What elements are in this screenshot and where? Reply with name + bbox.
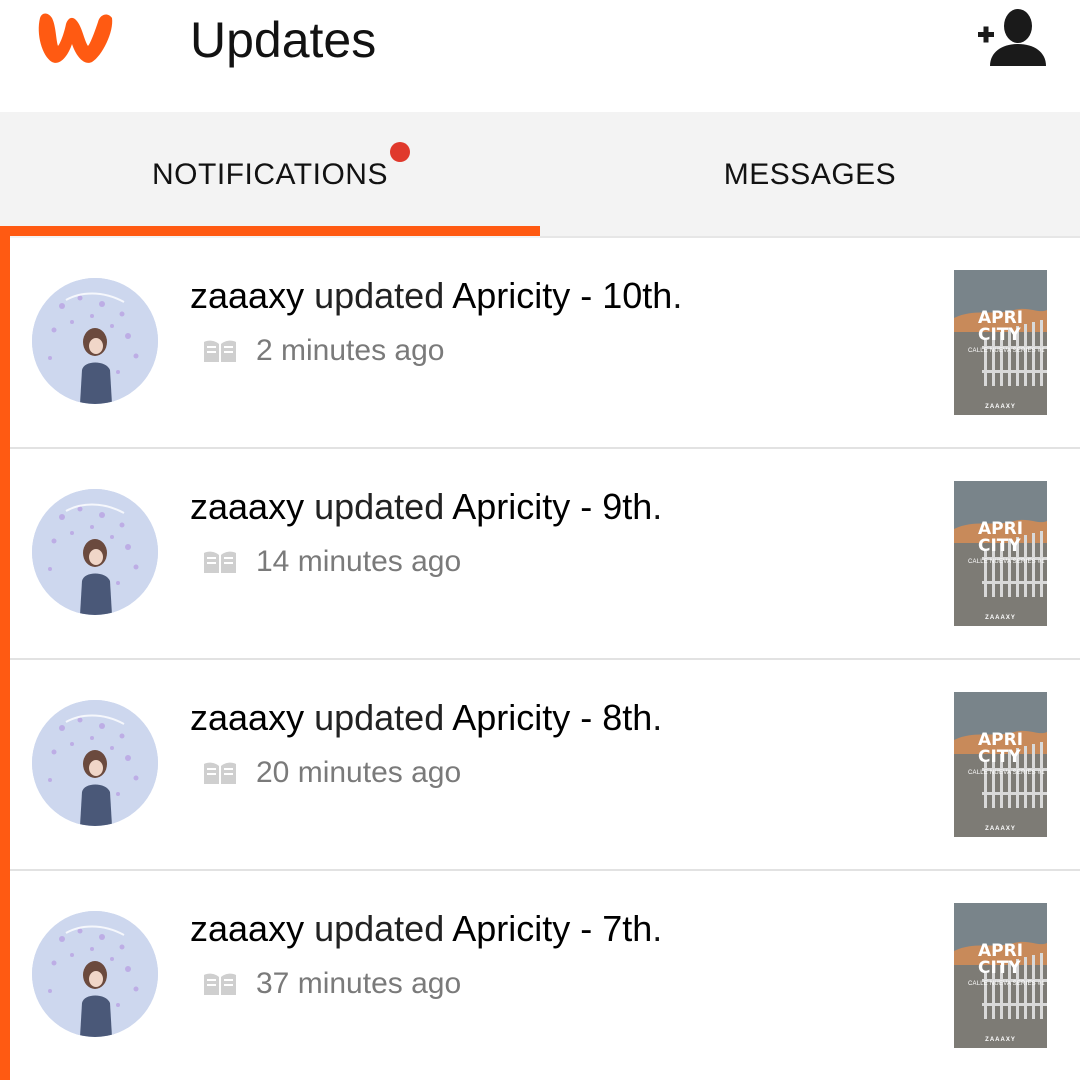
tab-notifications-label: NOTIFICATIONS xyxy=(152,142,410,192)
story-cover[interactable]: APRI CITY CALLE NUEVA SERIES #1 ZAAAXY xyxy=(954,270,1047,415)
book-icon xyxy=(204,551,236,573)
tab-bar: NOTIFICATIONS MESSAGES xyxy=(0,112,1080,238)
timestamp: 37 minutes ago xyxy=(256,967,462,1000)
notification-text: zaaaxy updated Apricity - 7th. xyxy=(190,907,662,951)
story-cover[interactable]: APRI CITY CALLE NUEVA SERIES #1 ZAAAXY xyxy=(954,692,1047,837)
cover-subtitle: CALLE NUEVA SERIES #1 xyxy=(968,559,1045,565)
notification-verb: updated xyxy=(304,275,453,316)
notification-list: zaaaxy updated Apricity - 10th. 2 minute… xyxy=(10,238,1080,1082)
cover-title-line2: CITY xyxy=(978,325,1021,345)
notification-row[interactable]: zaaaxy updated Apricity - 10th. 2 minute… xyxy=(10,238,1080,449)
wattpad-logo-icon[interactable] xyxy=(28,4,120,72)
username[interactable]: zaaaxy xyxy=(190,486,304,527)
notification-suffix: . xyxy=(652,697,663,738)
cover-subtitle: CALLE NUEVA SERIES #1 xyxy=(968,348,1045,354)
notification-row[interactable]: zaaaxy updated Apricity - 9th. 14 minute… xyxy=(10,449,1080,660)
timestamp: 20 minutes ago xyxy=(256,756,462,789)
cover-title-line2: CITY xyxy=(978,747,1021,767)
cover-subtitle: CALLE NUEVA SERIES #1 xyxy=(968,770,1045,776)
story-title[interactable]: Apricity - 7th xyxy=(452,908,652,949)
active-tab-indicator xyxy=(0,226,540,236)
cover-title: APRI CITY xyxy=(978,310,1023,344)
notification-suffix: . xyxy=(652,908,663,949)
cover-author: ZAAAXY xyxy=(985,404,1016,410)
notification-text: zaaaxy updated Apricity - 8th. xyxy=(190,696,662,740)
notification-row[interactable]: zaaaxy updated Apricity - 7th. 37 minute… xyxy=(10,871,1080,1082)
book-icon xyxy=(204,973,236,995)
tab-notifications-text: NOTIFICATIONS xyxy=(152,158,388,191)
username[interactable]: zaaaxy xyxy=(190,908,304,949)
avatar[interactable] xyxy=(32,700,158,826)
story-cover[interactable]: APRI CITY CALLE NUEVA SERIES #1 ZAAAXY xyxy=(954,481,1047,626)
cover-title: APRI CITY xyxy=(978,943,1023,977)
notification-verb: updated xyxy=(304,908,453,949)
avatar[interactable] xyxy=(32,278,158,404)
username[interactable]: zaaaxy xyxy=(190,275,304,316)
cover-title: APRI CITY xyxy=(978,521,1023,555)
notification-suffix: . xyxy=(672,275,683,316)
page-title: Updates xyxy=(190,12,377,68)
cover-title: APRI CITY xyxy=(978,732,1023,766)
notification-meta: 20 minutes ago xyxy=(202,756,461,790)
cover-author: ZAAAXY xyxy=(985,826,1016,832)
story-title[interactable]: Apricity - 8th xyxy=(452,697,652,738)
tab-messages-label: MESSAGES xyxy=(723,158,897,191)
book-icon xyxy=(204,762,236,784)
unread-accent-bar xyxy=(0,236,10,1080)
notification-row[interactable]: zaaaxy updated Apricity - 8th. 20 minute… xyxy=(10,660,1080,871)
notification-suffix: . xyxy=(652,486,663,527)
cover-title-line2: CITY xyxy=(978,958,1021,978)
cover-title-line2: CITY xyxy=(978,536,1021,556)
notification-text: zaaaxy updated Apricity - 9th. xyxy=(190,485,662,529)
story-title[interactable]: Apricity - 9th xyxy=(452,486,652,527)
cover-author: ZAAAXY xyxy=(985,615,1016,621)
notification-meta: 14 minutes ago xyxy=(202,545,461,579)
notification-meta: 2 minutes ago xyxy=(202,334,444,368)
cover-subtitle: CALLE NUEVA SERIES #1 xyxy=(968,981,1045,987)
cover-author: ZAAAXY xyxy=(985,1037,1016,1043)
username[interactable]: zaaaxy xyxy=(190,697,304,738)
timestamp: 2 minutes ago xyxy=(256,334,445,367)
story-cover[interactable]: APRI CITY CALLE NUEVA SERIES #1 ZAAAXY xyxy=(954,903,1047,1048)
notification-meta: 37 minutes ago xyxy=(202,967,461,1001)
tab-messages[interactable]: MESSAGES xyxy=(540,112,1080,238)
timestamp: 14 minutes ago xyxy=(256,545,462,578)
notification-verb: updated xyxy=(304,486,453,527)
avatar[interactable] xyxy=(32,911,158,1037)
notification-verb: updated xyxy=(304,697,453,738)
notification-text: zaaaxy updated Apricity - 10th. xyxy=(190,274,682,318)
tab-notifications[interactable]: NOTIFICATIONS xyxy=(0,112,540,238)
app-header: Updates xyxy=(0,0,1080,112)
add-user-icon[interactable] xyxy=(974,6,1050,70)
notification-badge xyxy=(389,142,410,162)
avatar[interactable] xyxy=(32,489,158,615)
book-icon xyxy=(204,340,236,362)
story-title[interactable]: Apricity - 10th xyxy=(452,275,672,316)
